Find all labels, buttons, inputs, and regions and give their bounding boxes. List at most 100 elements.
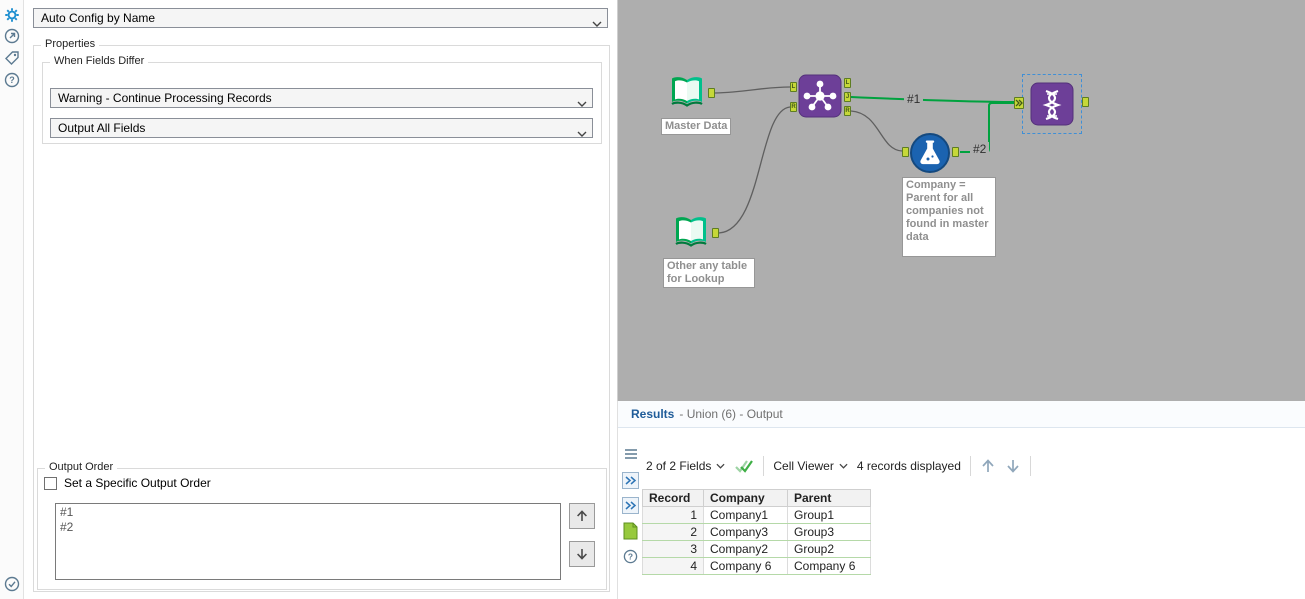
specific-output-order-checkbox[interactable] <box>44 477 57 490</box>
cell-record[interactable]: 2 <box>642 523 704 541</box>
output-order-item[interactable]: #2 <box>56 520 560 535</box>
tool-annotation[interactable]: Company = Parent for all companies not f… <box>902 177 996 257</box>
down-arrow-icon <box>1007 460 1019 473</box>
formula-tool[interactable] <box>909 132 951 174</box>
specific-output-order-checkbox-label[interactable]: Set a Specific Output Order <box>64 476 211 490</box>
union-helix-icon <box>1030 82 1074 126</box>
results-header: Results - Union (6) - Output <box>618 401 1305 428</box>
cell-parent[interactable]: Group1 <box>787 506 871 524</box>
dropdown-caret-icon <box>716 463 725 469</box>
cell-parent[interactable]: Company 6 <box>787 557 871 575</box>
column-header-company[interactable]: Company <box>703 489 788 507</box>
check-circle-icon[interactable] <box>3 575 21 593</box>
cell-company[interactable]: Company3 <box>703 523 788 541</box>
left-toolbar: ? <box>0 0 24 599</box>
results-toolbar: 2 of 2 Fields Cell Viewer 4 records disp… <box>646 449 1031 483</box>
up-arrow-icon <box>577 510 587 521</box>
multi-input-anchor[interactable] <box>1014 97 1024 109</box>
move-up-button[interactable] <box>569 503 595 529</box>
input-data-tool-lookup[interactable] <box>671 213 711 253</box>
workflow-canvas[interactable]: Master Data Other any table for Lookup L… <box>617 0 1305 401</box>
output-fields-dropdown-value: Output All Fields <box>58 121 146 135</box>
flask-icon <box>910 133 950 173</box>
gear-icon[interactable] <box>3 6 21 24</box>
output-order-item[interactable]: #1 <box>56 505 560 520</box>
down-arrow-icon <box>577 549 587 560</box>
cell-viewer-label: Cell Viewer <box>773 459 834 473</box>
join-network-icon <box>798 74 842 118</box>
input-anchor[interactable]: L <box>790 82 797 92</box>
open-circle-icon[interactable] <box>3 27 21 45</box>
book-icon <box>675 217 707 247</box>
cell-record[interactable]: 1 <box>642 506 704 524</box>
auto-config-dropdown[interactable]: Auto Config by Name <box>33 8 608 28</box>
output-anchor[interactable]: J <box>844 92 851 102</box>
move-down-button[interactable] <box>569 541 595 567</box>
output-anchor[interactable]: L <box>844 78 851 88</box>
output-anchor-icon[interactable] <box>623 522 638 545</box>
cell-company[interactable]: Company1 <box>703 506 788 524</box>
column-header-record[interactable]: Record <box>642 489 704 507</box>
output-anchor[interactable]: R <box>844 106 851 116</box>
column-header-parent[interactable]: Parent <box>787 489 871 507</box>
connection-label-2: #2 <box>970 142 990 156</box>
auto-config-dropdown-value: Auto Config by Name <box>41 11 156 25</box>
output-anchor[interactable] <box>1082 97 1089 107</box>
table-row[interactable]: 1 Company1 Group1 <box>642 506 871 524</box>
input-anchor[interactable] <box>902 147 909 157</box>
cell-parent[interactable]: Group3 <box>787 523 871 541</box>
connection-label-1: #1 <box>904 92 924 106</box>
configuration-panel: Auto Config by Name Properties When Fiel… <box>24 0 617 599</box>
expand-chevrons-icon[interactable] <box>622 497 639 519</box>
menu-icon[interactable] <box>624 447 638 465</box>
results-table[interactable]: Record Company Parent 1 Company1 Group1 … <box>642 489 871 575</box>
svg-text:?: ? <box>628 552 633 562</box>
previous-record-button[interactable] <box>980 457 996 475</box>
cell-parent[interactable]: Group2 <box>787 540 871 558</box>
help-circle-icon[interactable]: ? <box>623 549 638 569</box>
fields-selector-dropdown[interactable]: 2 of 2 Fields <box>646 459 725 473</box>
cell-company[interactable]: Company 6 <box>703 557 788 575</box>
cell-company[interactable]: Company2 <box>703 540 788 558</box>
tag-icon[interactable] <box>3 49 21 67</box>
when-fields-differ-label: When Fields Differ <box>50 55 149 67</box>
differ-behavior-dropdown-value: Warning - Continue Processing Records <box>58 91 272 105</box>
records-displayed-label: 4 records displayed <box>856 459 961 473</box>
join-tool[interactable] <box>798 74 842 118</box>
table-row[interactable]: 4 Company 6 Company 6 <box>642 557 871 575</box>
cell-record[interactable]: 4 <box>642 557 704 575</box>
results-subtitle: - Union (6) - Output <box>679 407 783 421</box>
toolbar-separator <box>969 456 971 476</box>
cell-viewer-dropdown[interactable]: Cell Viewer <box>773 459 848 473</box>
toolbar-separator <box>763 456 765 476</box>
output-anchor[interactable] <box>708 88 715 98</box>
input-data-tool-master[interactable] <box>667 73 707 113</box>
output-fields-dropdown[interactable]: Output All Fields <box>50 118 593 138</box>
output-order-label: Output Order <box>45 461 118 473</box>
chevron-down-icon <box>592 16 602 30</box>
tool-annotation[interactable]: Master Data <box>661 118 732 135</box>
table-row[interactable]: 3 Company2 Group2 <box>642 540 871 558</box>
output-anchor[interactable] <box>712 228 719 238</box>
output-order-listbox[interactable]: #1 #2 <box>55 503 561 580</box>
output-anchor[interactable] <box>952 147 959 157</box>
apply-selection-button[interactable] <box>734 459 754 473</box>
differ-behavior-dropdown[interactable]: Warning - Continue Processing Records <box>50 88 593 108</box>
chevron-down-icon <box>577 126 587 140</box>
up-arrow-icon <box>982 459 994 472</box>
wire-master-to-join <box>714 86 791 94</box>
book-icon <box>671 77 703 107</box>
properties-group-label: Properties <box>41 38 100 50</box>
table-header-row: Record Company Parent <box>642 489 871 507</box>
input-anchor[interactable]: R <box>790 102 797 112</box>
results-title: Results <box>631 407 675 421</box>
next-record-button[interactable] <box>1005 457 1021 475</box>
cell-record[interactable]: 3 <box>642 540 704 558</box>
help-circle-icon[interactable]: ? <box>3 71 21 89</box>
table-row[interactable]: 2 Company3 Group3 <box>642 523 871 541</box>
chevron-down-icon <box>577 96 587 110</box>
double-chevron-icon <box>1015 99 1023 107</box>
expand-chevrons-icon[interactable] <box>622 472 639 494</box>
union-tool[interactable] <box>1030 82 1074 126</box>
tool-annotation[interactable]: Other any table for Lookup <box>663 258 755 288</box>
